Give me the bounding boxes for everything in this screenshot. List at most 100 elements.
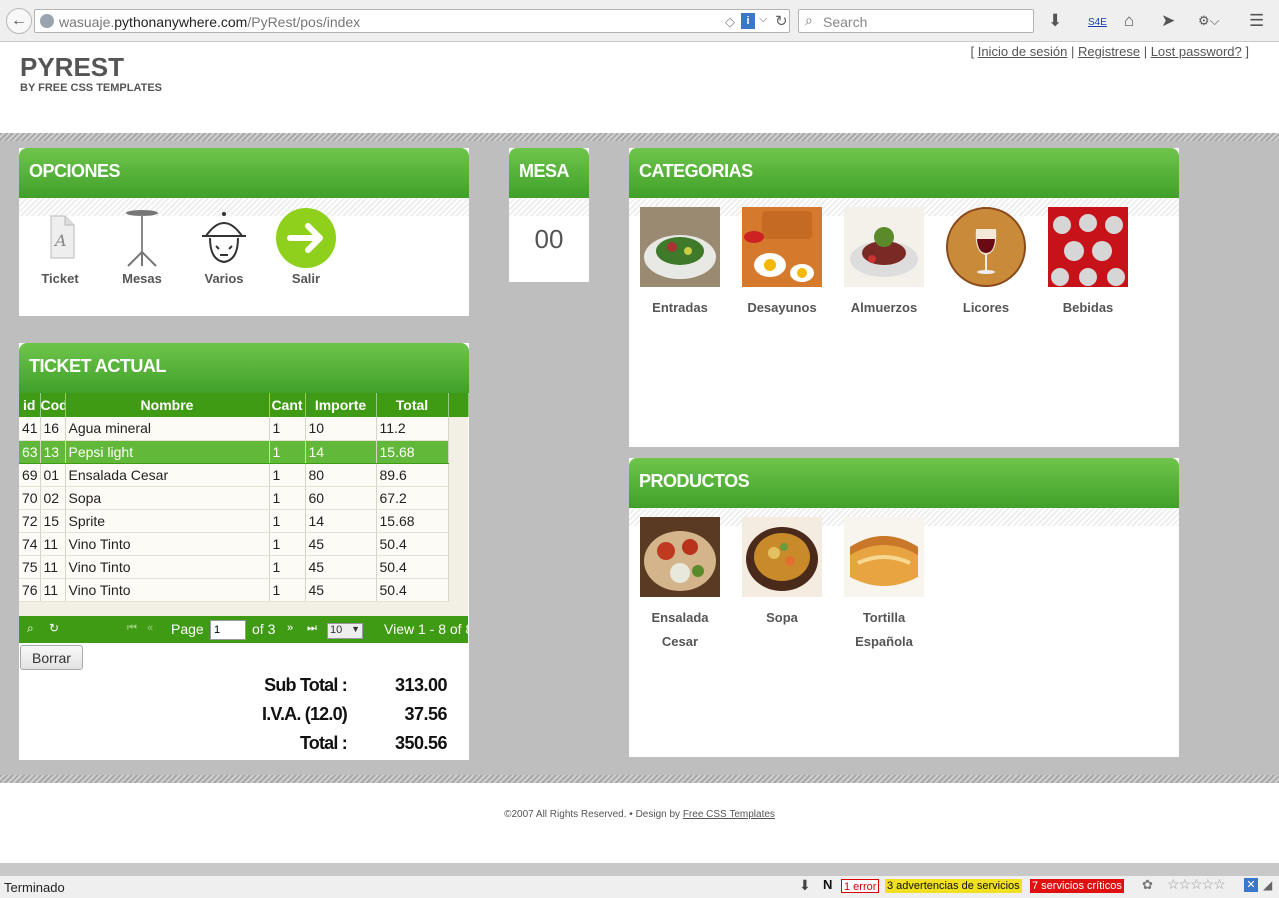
row-nombre: Sprite (65, 509, 270, 533)
refresh-icon[interactable]: ↻ (49, 621, 59, 635)
rating-stars-icon[interactable]: ☆☆☆☆☆ (1165, 877, 1227, 891)
product-sopa[interactable]: Sopa (736, 517, 828, 630)
addon-icon[interactable]: ⚙⌵ (1198, 11, 1220, 31)
row-cant: 1 (269, 417, 306, 441)
subtotal-label: Sub Total : (264, 675, 348, 695)
error-badge[interactable]: 1 error (841, 879, 880, 893)
panel-header: PRODUCTOS (629, 458, 1179, 508)
category-almuerzos[interactable]: Almuerzos (838, 207, 930, 320)
resize-handle-icon[interactable]: ◢ (1261, 878, 1274, 892)
address-bar[interactable]: wasuaje.pythonanywhere.com/PyRest/pos/in… (34, 9, 790, 33)
url-text[interactable]: wasuaje.pythonanywhere.com/PyRest/pos/in… (59, 14, 360, 30)
panel-title: MESA (519, 161, 570, 181)
row-importe: 45 (305, 578, 377, 602)
productos-panel: PRODUCTOS Ensalada Cesar Sopa Tortilla E… (629, 458, 1179, 757)
option-varios[interactable]: Varios (188, 208, 260, 286)
addon-status-icon[interactable]: ✿ (1140, 878, 1155, 892)
send-icon[interactable]: ➤ (1161, 11, 1175, 31)
chevron-down-icon[interactable]: ⌵ (759, 13, 767, 26)
row-cod: 02 (40, 486, 66, 510)
row-cant: 1 (269, 486, 306, 510)
option-ticket[interactable]: A Ticket (24, 208, 96, 286)
category-bebidas[interactable]: Bebidas (1042, 207, 1134, 320)
noscript-icon[interactable]: N (821, 878, 834, 892)
row-id: 76 (19, 578, 41, 602)
category-licores[interactable]: Licores (940, 207, 1032, 320)
grid-pager: ⌕ ↻ ⏮ « Page of 3 » ⏭ 10 ▼ View 1 - 8 of … (19, 616, 468, 643)
category-label: Bebidas (1062, 300, 1114, 315)
row-cod: 11 (40, 532, 66, 556)
document-icon: A (50, 215, 75, 259)
menu-icon[interactable]: ☰ (1249, 11, 1264, 31)
lunch-photo (844, 207, 924, 287)
row-importe: 10 (305, 417, 377, 441)
panel-divider (509, 198, 589, 216)
table-row[interactable]: 70 02 Sopa 1 60 67.2 (19, 486, 468, 510)
column-header-importe[interactable]: Importe (305, 393, 377, 417)
row-id: 41 (19, 417, 41, 441)
table-row[interactable]: 69 01 Ensalada Cesar 1 80 89.6 (19, 463, 468, 487)
panel-header: OPCIONES (19, 148, 469, 198)
browser-search-input[interactable]: ⌕ Search (798, 9, 1034, 33)
account-links: [ Inicio de sesión | Registrese | Lost p… (970, 44, 1249, 59)
lost-password-link[interactable]: Lost password? (1151, 44, 1242, 59)
table-row[interactable]: 74 11 Vino Tinto 1 45 50.4 (19, 532, 468, 556)
row-nombre: Pepsi light (65, 440, 270, 464)
panel-header: CATEGORIAS (629, 148, 1179, 198)
table-row[interactable]: 75 11 Vino Tinto 1 45 50.4 (19, 555, 468, 579)
row-cod: 16 (40, 417, 66, 441)
column-header-id[interactable]: id (19, 393, 41, 417)
row-importe: 80 (305, 463, 377, 487)
first-page-icon[interactable]: ⏮ (127, 622, 137, 635)
product-tortilla-espanola[interactable]: Tortilla Española (838, 517, 930, 654)
search-icon[interactable]: ⌕ (27, 621, 34, 636)
borrar-button[interactable]: Borrar (20, 645, 83, 670)
critical-badge[interactable]: 7 servicios críticos (1030, 879, 1124, 893)
page-size-value: 10 (330, 624, 343, 636)
reader-mode-icon[interactable]: ◇ (725, 14, 735, 30)
table-row[interactable]: 41 16 Agua mineral 1 10 11.2 (19, 417, 468, 441)
panel-title: TICKET ACTUAL (29, 356, 166, 376)
next-page-icon[interactable]: » (287, 622, 293, 634)
reload-icon[interactable]: ↻ (775, 12, 788, 30)
column-header-cant[interactable]: Cant (269, 393, 306, 417)
option-salir[interactable]: Salir (270, 208, 342, 286)
download-icon[interactable]: ⬇ (797, 878, 813, 892)
back-arrow-icon[interactable]: ← (6, 8, 32, 34)
s4e-icon[interactable]: S4E (1088, 13, 1107, 33)
row-total: 15.68 (376, 509, 449, 533)
product-ensalada-cesar[interactable]: Ensalada Cesar (634, 517, 726, 654)
option-mesas[interactable]: Mesas (106, 208, 178, 286)
ticket-panel: TICKET ACTUAL id Cod Nombre Cant Importe… (19, 343, 469, 760)
page-size-select[interactable]: 10 ▼ (327, 623, 363, 639)
footer-stripe (0, 775, 1279, 783)
row-importe: 60 (305, 486, 377, 510)
share-icon[interactable]: ✕ (1244, 878, 1258, 892)
site-subtitle: BY FREE CSS TEMPLATES (20, 82, 163, 94)
download-icon[interactable]: ⬇ (1048, 11, 1062, 31)
row-nombre: Vino Tinto (65, 555, 270, 579)
table-row[interactable]: 72 15 Sprite 1 14 15.68 (19, 509, 468, 533)
category-desayunos[interactable]: Desayunos (736, 207, 828, 320)
warnings-badge[interactable]: 3 advertencias de servicios (885, 879, 1022, 893)
free-css-templates-link[interactable]: Free CSS Templates (683, 809, 775, 820)
last-page-icon[interactable]: ⏭ (307, 622, 317, 635)
page-label: Page (171, 621, 204, 637)
row-nombre: Vino Tinto (65, 532, 270, 556)
column-header-total[interactable]: Total (376, 393, 449, 417)
login-link[interactable]: Inicio de sesión (978, 44, 1068, 59)
mesa-panel: MESA 00 (509, 148, 589, 282)
table-row[interactable]: 76 11 Vino Tinto 1 45 50.4 (19, 578, 468, 602)
column-header-nombre[interactable]: Nombre (65, 393, 270, 417)
page-number-input[interactable] (210, 620, 246, 640)
prev-page-icon[interactable]: « (147, 622, 153, 634)
table-row[interactable]: 63 13 Pepsi light 1 14 15.68 (19, 440, 468, 464)
category-label: Entradas (652, 300, 708, 315)
column-header-cod[interactable]: Cod (40, 393, 66, 417)
info-icon[interactable]: i (741, 13, 755, 29)
register-link[interactable]: Registrese (1078, 44, 1140, 59)
table-icon (126, 210, 158, 267)
main-content-area: OPCIONES A Ticket Mesas Varios Salir MES… (0, 141, 1279, 775)
category-entradas[interactable]: Entradas (634, 207, 726, 320)
home-icon[interactable]: ⌂ (1124, 11, 1134, 31)
